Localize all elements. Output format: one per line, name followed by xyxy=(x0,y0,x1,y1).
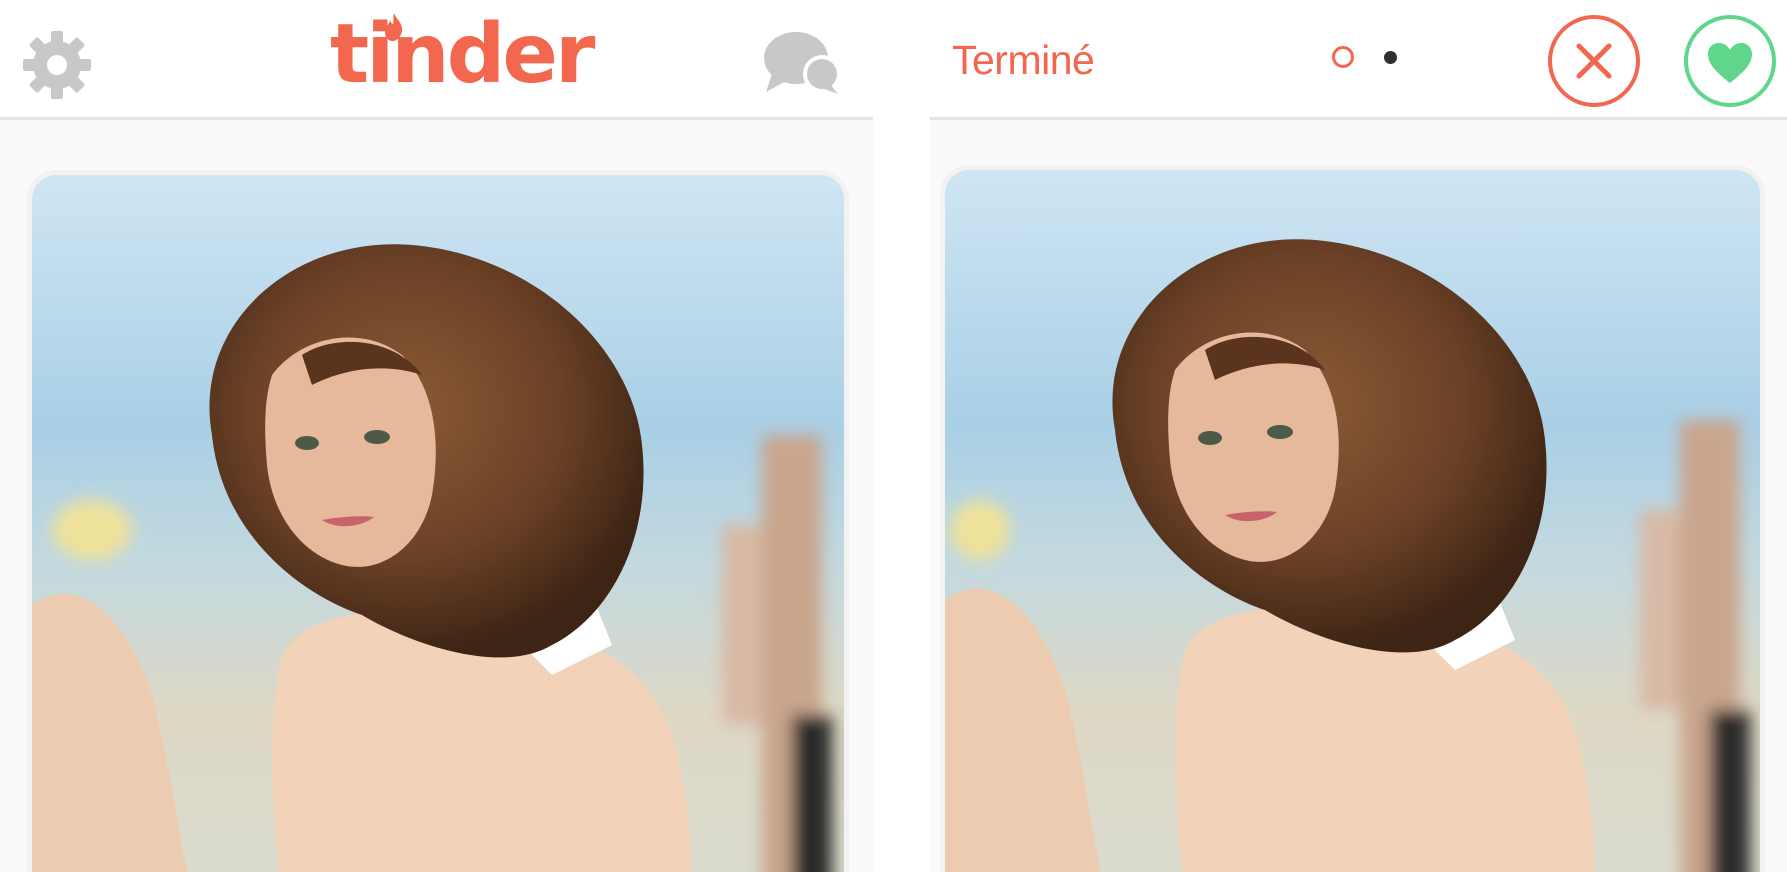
gear-icon[interactable] xyxy=(20,28,94,102)
profile-detail-screen: Terminé xyxy=(930,0,1787,872)
heart-icon xyxy=(1708,43,1752,83)
profile-card[interactable] xyxy=(32,175,844,872)
dislike-button[interactable] xyxy=(1548,15,1640,107)
done-button[interactable]: Terminé xyxy=(952,30,1095,90)
tinder-main-screen: tinder xyxy=(0,0,873,872)
screen-divider xyxy=(873,0,930,872)
profile-card[interactable] xyxy=(945,170,1760,872)
profile-photo xyxy=(32,175,844,872)
pager-dot[interactable] xyxy=(1384,51,1397,64)
like-button[interactable] xyxy=(1684,15,1776,107)
top-navigation-bar: Terminé xyxy=(930,0,1787,120)
profile-photo xyxy=(945,170,1760,872)
close-icon xyxy=(1576,43,1612,79)
chat-bubbles-icon[interactable] xyxy=(762,28,842,98)
tinder-logo: tinder xyxy=(330,7,595,102)
photo-pager[interactable] xyxy=(1332,46,1412,74)
top-navigation-bar: tinder xyxy=(0,0,873,120)
pager-dot-active[interactable] xyxy=(1332,46,1354,68)
flame-icon xyxy=(385,13,403,41)
